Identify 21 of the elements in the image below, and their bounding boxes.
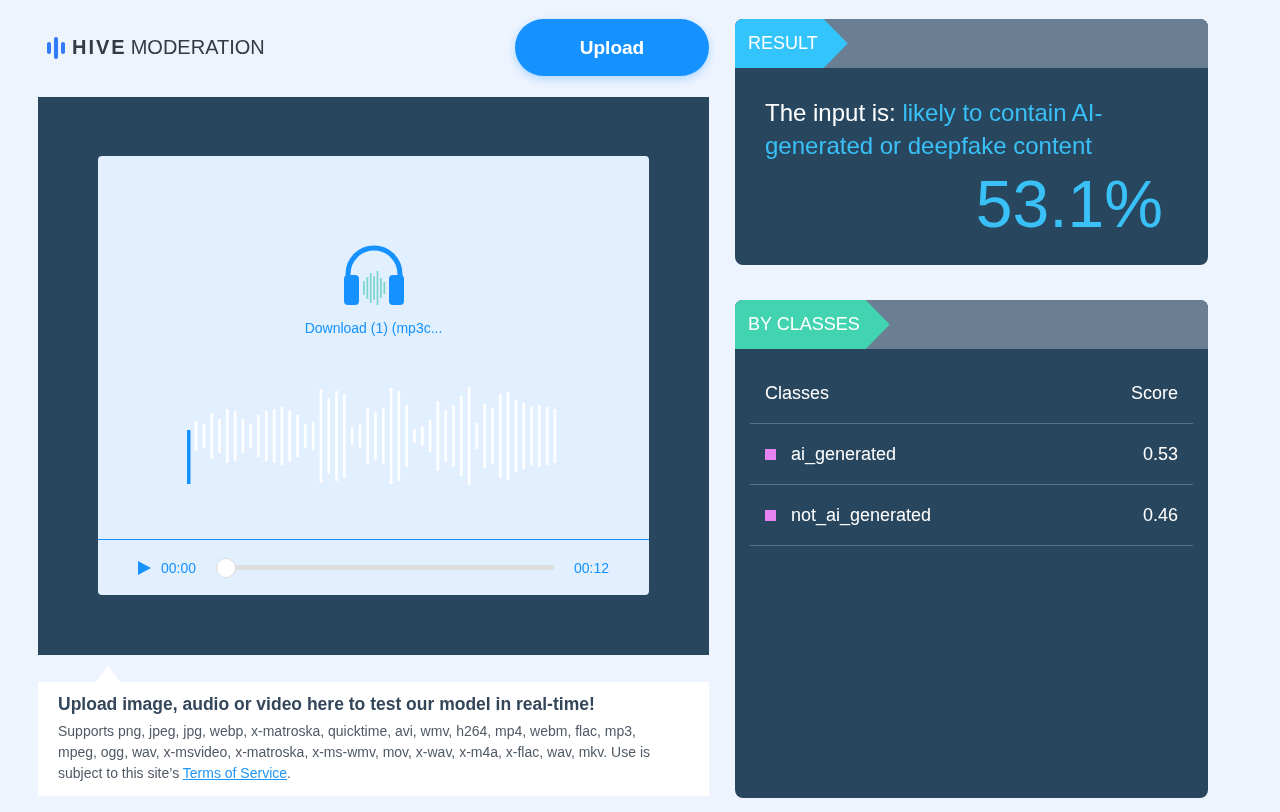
duration: 00:12 xyxy=(573,559,609,576)
terms-link[interactable]: Terms of Service xyxy=(182,765,288,781)
class-name: ai_generated xyxy=(791,443,897,465)
slider-thumb[interactable] xyxy=(216,557,237,578)
class-name: not_ai_generated xyxy=(791,504,932,526)
play-icon[interactable] xyxy=(138,560,151,575)
column-header: Score xyxy=(1130,382,1178,404)
logo-brand: HIVE xyxy=(72,36,127,59)
logo-icon xyxy=(46,36,66,59)
headphones-icon xyxy=(342,244,405,306)
upload-button[interactable]: Upload xyxy=(515,19,709,76)
column-header: Classes xyxy=(765,382,830,404)
class-score: 0.53 xyxy=(1142,443,1178,465)
result-sentence: The input is: likely to contain AI-generated or deepfake content xyxy=(765,98,1104,161)
file-name: Download (1) (mp3c... xyxy=(304,320,443,336)
info-title: Upload image, audio or video here to test our model in real-time! xyxy=(58,694,596,715)
info-text: Supports png, jpeg, jpg, webp, x-matroska, quicktime, avi, wmv, h264, mp4, webm, flac, mp3, mpeg, ogg, wav, x-msvideo, x-matroska, x-ms-wmv, mov, x-wav, x-m4a, x-flac, wav, mkv. Use is subject to this site’s Terms of Service. xyxy=(58,722,651,783)
current-time: 00:00 xyxy=(161,559,197,576)
result-score: 53.1% xyxy=(974,166,1164,242)
class-score: 0.46 xyxy=(1142,504,1178,526)
logo-product: MODERATION xyxy=(130,36,265,59)
